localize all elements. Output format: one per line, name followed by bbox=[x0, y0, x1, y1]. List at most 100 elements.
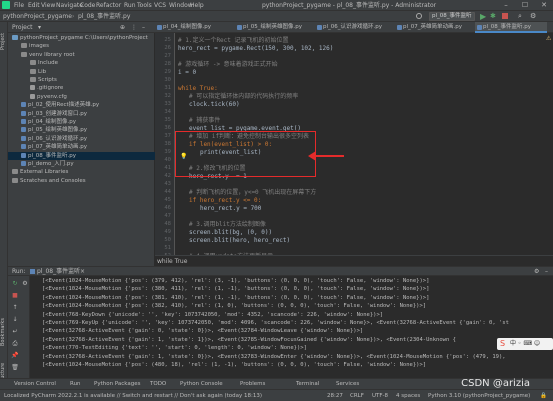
editor-scrollbar[interactable]: ⚠ bbox=[545, 33, 553, 266]
project-tree-item[interactable]: External Libraries bbox=[8, 168, 155, 176]
search-everywhere-icon[interactable]: ⌕ bbox=[518, 12, 522, 21]
project-tree-label: venv library root bbox=[29, 51, 75, 58]
editor-tab[interactable]: pl_06_认识游戏循环.py bbox=[315, 22, 395, 33]
project-tree-item[interactable]: pl_03_创建游戏窗口.py bbox=[8, 110, 155, 118]
project-tree-item[interactable]: venv library root bbox=[8, 51, 155, 59]
project-tree-item[interactable]: Lib bbox=[8, 68, 155, 76]
warning-icon[interactable]: ⚠ bbox=[546, 35, 551, 42]
project-tree-item[interactable]: pl_08_事件监听.py bbox=[8, 151, 155, 160]
breadcrumb-file[interactable]: pl_08_事件监听.py bbox=[78, 12, 130, 21]
bottom-tool-run[interactable]: Run bbox=[70, 380, 81, 389]
menu-help[interactable]: Help bbox=[190, 1, 204, 10]
breadcrumb-project[interactable]: pythonProject_pygame bbox=[3, 12, 72, 21]
lock-icon[interactable]: 🔒 bbox=[540, 391, 547, 401]
ime-mode-icon[interactable]: 中 ◦ ⌨ ☺ bbox=[510, 339, 540, 349]
bottom-tool-python-console[interactable]: Python Console bbox=[180, 380, 223, 389]
rerun-icon[interactable]: ↻ bbox=[11, 280, 19, 288]
python-interpreter[interactable]: Python 3.10 (pythonProject_pygame) bbox=[428, 391, 530, 401]
menu-run[interactable]: Run bbox=[124, 1, 136, 10]
project-tree-item[interactable]: pl_04_绘制图像.py bbox=[8, 118, 155, 126]
bottom-tool-problems[interactable]: Problems bbox=[240, 380, 265, 389]
editor-tab-label: pl_06_认识游戏循环.py bbox=[323, 24, 383, 30]
python-file-icon bbox=[21, 102, 26, 108]
project-view-select[interactable]: Project bbox=[12, 23, 33, 32]
close-icon[interactable]: ✕ bbox=[535, 0, 553, 11]
pin-icon[interactable]: 📌 bbox=[11, 352, 19, 360]
menu-navigate[interactable]: Navigate bbox=[56, 1, 83, 10]
menu-view[interactable]: View bbox=[41, 1, 55, 10]
bottom-tool-terminal[interactable]: Terminal bbox=[296, 380, 319, 389]
project-tree-label: pl_08_事件监听.py bbox=[28, 152, 77, 159]
stop-icon[interactable] bbox=[502, 13, 508, 19]
print-icon[interactable]: ⎙ bbox=[11, 340, 19, 348]
ime-logo-icon[interactable]: S bbox=[500, 339, 505, 349]
editor-tab[interactable]: pl_07_英雄简单动画.py bbox=[395, 22, 475, 33]
project-tree-item[interactable]: pyvenv.cfg bbox=[8, 93, 155, 101]
bottom-tool-services[interactable]: Services bbox=[336, 380, 359, 389]
bottom-tool-python-packages[interactable]: Python Packages bbox=[94, 380, 140, 389]
bottom-tool-todo[interactable]: TODO bbox=[150, 380, 166, 389]
menu-vcs[interactable]: VCS bbox=[154, 1, 166, 10]
status-message[interactable]: Localized PyCharm 2022.2.1 is available … bbox=[4, 391, 304, 401]
run-toolbar: ↻ ■ ↑ ↓ ↵ ⎙ 📌 🗑 ⚙ bbox=[8, 276, 30, 378]
run-settings-icon[interactable]: ⚙ bbox=[534, 267, 539, 276]
project-tool-button[interactable]: Project bbox=[0, 26, 8, 56]
ime-toolbar[interactable]: S 中 ◦ ⌨ ☺ bbox=[497, 338, 553, 350]
settings-icon[interactable]: ⚙ bbox=[530, 12, 536, 21]
line-separator[interactable]: CRLF bbox=[350, 391, 364, 401]
chevron-down-icon[interactable]: ▾ bbox=[38, 23, 41, 32]
debug-icon[interactable]: ✱ bbox=[490, 12, 496, 21]
run-config-select[interactable]: pl_08_事件监听 bbox=[429, 12, 475, 21]
file-encoding[interactable]: UTF-8 bbox=[372, 391, 388, 401]
annotation-arrow-icon bbox=[308, 151, 344, 161]
trash-icon[interactable]: 🗑 bbox=[11, 364, 19, 372]
project-tree-item[interactable]: pl_02_使用Rect描述英雄.py bbox=[8, 101, 155, 109]
console-line: [<Event(769-KeyUp {'unicode': '', 'key':… bbox=[42, 320, 509, 326]
bottom-tool-version-control[interactable]: Version Control bbox=[14, 380, 56, 389]
project-tree-item[interactable]: pl_05_绘制英雄图像.py bbox=[8, 126, 155, 134]
indent-setting[interactable]: 4 spaces bbox=[396, 391, 420, 401]
run-icon[interactable]: ▶ bbox=[480, 12, 486, 21]
python-file-icon bbox=[21, 127, 26, 133]
code-breadcrumb[interactable]: while True bbox=[155, 255, 553, 266]
project-tree-item[interactable]: Include bbox=[8, 59, 155, 67]
menu-file[interactable]: File bbox=[14, 1, 24, 10]
hide-run-panel-icon[interactable]: – bbox=[545, 267, 548, 276]
breadcrumb-separator: › bbox=[72, 13, 75, 20]
cursor-position[interactable]: 28:27 bbox=[327, 391, 343, 401]
stop-run-icon[interactable]: ■ bbox=[11, 292, 19, 300]
maximize-icon[interactable]: ☐ bbox=[516, 0, 534, 11]
menu-code[interactable]: Code bbox=[80, 1, 95, 10]
project-tree-item[interactable]: Scripts bbox=[8, 76, 155, 84]
editor-tab[interactable]: pl_08_事件监听.py bbox=[475, 22, 547, 33]
project-tree-item[interactable]: pl_07_英雄简单动画.py bbox=[8, 143, 155, 151]
project-tree-item[interactable]: images bbox=[8, 42, 155, 50]
bookmarks-tool-button[interactable]: Bookmarks bbox=[0, 314, 8, 350]
scroll-down-icon[interactable]: ↓ bbox=[11, 316, 19, 324]
project-tree-item[interactable]: Scratches and Consoles bbox=[8, 177, 155, 185]
folder-icon bbox=[12, 35, 18, 40]
soft-wrap-icon[interactable]: ↵ bbox=[11, 328, 19, 336]
python-file-icon bbox=[397, 25, 402, 30]
line-number-gutter: 25 26 27 28 29 30 31 32 33 34 35 36 37 38 39 40 41 42 43 44… bbox=[155, 33, 175, 266]
editor-tab[interactable]: pl_04_绘制图像.py bbox=[155, 22, 235, 33]
editor-tab[interactable]: pl_05_绘制英雄图像.py bbox=[235, 22, 315, 33]
options-icon[interactable]: ⋮ bbox=[131, 23, 137, 32]
close-run-tab-icon[interactable]: × bbox=[80, 267, 85, 276]
project-tree-item[interactable]: pythonProject_pygame C:\Users\pythonProj… bbox=[8, 34, 155, 42]
scroll-up-icon[interactable]: ↑ bbox=[11, 304, 19, 312]
project-tree-item[interactable]: .gitignore bbox=[8, 84, 155, 92]
run-console[interactable]: [<Event(1024-MouseMotion {'pos': (379, 4… bbox=[30, 276, 553, 378]
project-tree-item[interactable]: pl_demo_入门.py bbox=[8, 160, 155, 168]
user-icon[interactable] bbox=[416, 13, 422, 19]
locate-icon[interactable]: ⊕ bbox=[120, 23, 125, 32]
hide-panel-icon[interactable]: – bbox=[142, 23, 145, 32]
menu-tools[interactable]: Tools bbox=[137, 1, 152, 10]
menu-edit[interactable]: Edit bbox=[28, 1, 40, 10]
minimize-icon[interactable]: – bbox=[497, 0, 515, 11]
lightbulb-icon[interactable]: 💡 bbox=[180, 153, 187, 160]
run-tab-config[interactable]: pl_08_事件监听 bbox=[37, 267, 80, 276]
project-tree-item[interactable]: pl_06_认识游戏循环.py bbox=[8, 135, 155, 143]
menu-refactor[interactable]: Refactor bbox=[96, 1, 121, 10]
settings-small-icon[interactable]: ⚙ bbox=[21, 280, 29, 288]
